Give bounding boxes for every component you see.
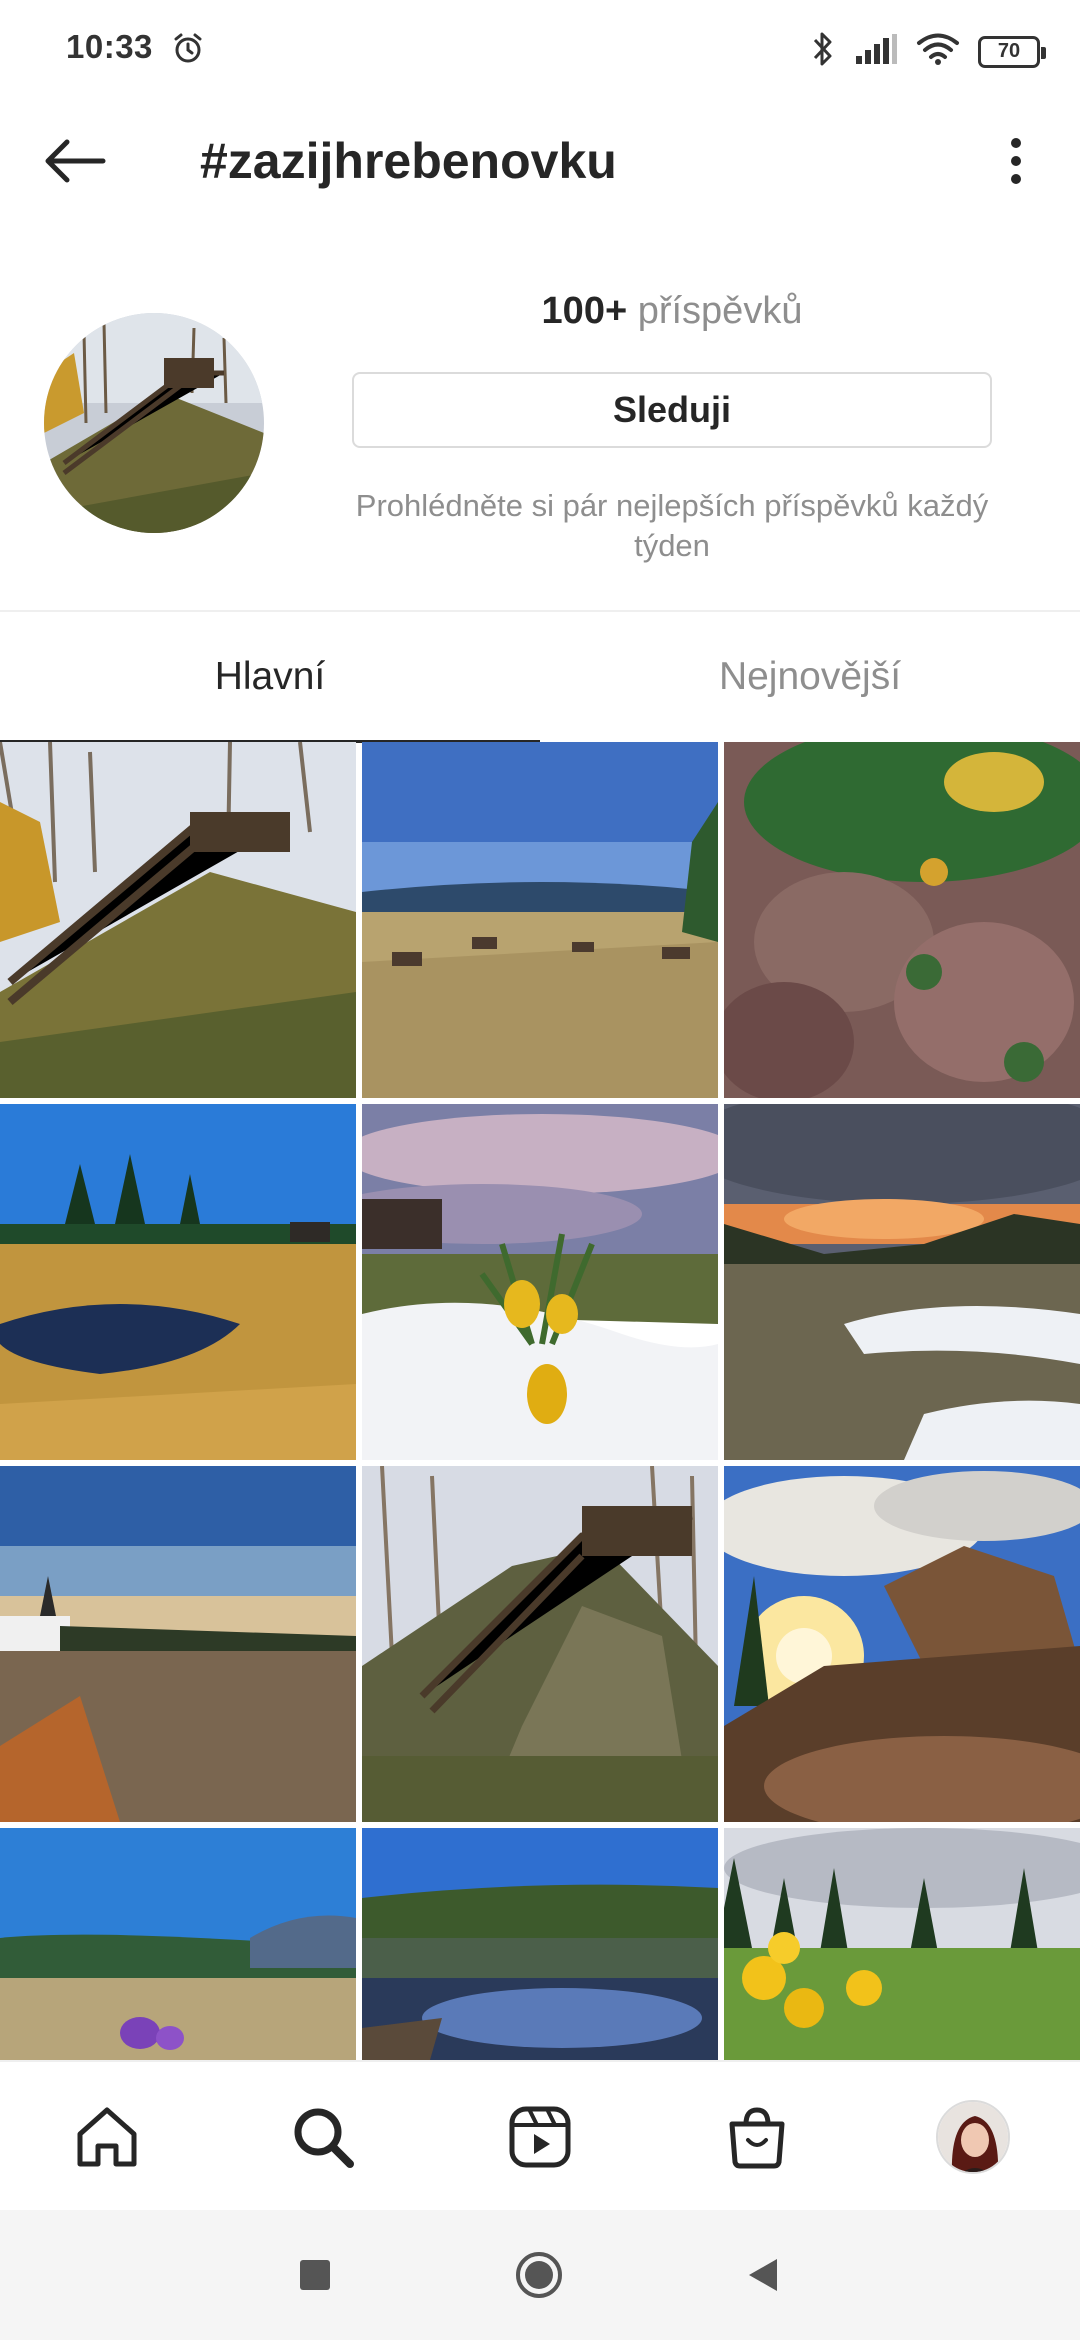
status-bar: 10:33 70 (0, 0, 1080, 100)
back-button[interactable] (40, 130, 110, 192)
status-time: 10:33 (66, 28, 153, 65)
nav-reels-button[interactable] (503, 2100, 577, 2174)
system-navigation (0, 2210, 1080, 2340)
posts-grid (0, 742, 1080, 2060)
post-thumbnail[interactable] (362, 742, 718, 1098)
follow-button[interactable]: Sleduji (352, 372, 992, 448)
post-thumbnail[interactable] (362, 1104, 718, 1460)
hashtag-profile-picture[interactable] (44, 313, 264, 533)
posts-count: 100+ příspěvků (352, 290, 992, 333)
recents-square-icon (300, 2260, 330, 2290)
shop-icon (729, 2107, 785, 2169)
top-posts-helper-text: Prohlédněte si pár nejlepších příspěvků … (355, 488, 989, 563)
tabs-bar: Hlavní Nejnovější (0, 610, 1080, 743)
post-thumbnail[interactable] (0, 1828, 356, 2060)
wifi-icon (916, 32, 960, 71)
system-back-button[interactable] (738, 2250, 788, 2300)
nav-search-button[interactable] (286, 2100, 360, 2174)
post-thumbnail[interactable] (724, 742, 1080, 1098)
post-thumbnail[interactable] (724, 1104, 1080, 1460)
post-thumbnail[interactable] (362, 1828, 718, 2060)
post-thumbnail[interactable] (0, 742, 356, 1098)
arrow-left-icon (45, 139, 106, 183)
posts-count-label: příspěvků (637, 290, 803, 332)
reels-icon (509, 2106, 571, 2168)
tab-top[interactable]: Hlavní (0, 612, 540, 742)
header: #zazijhrebenovku (0, 110, 1080, 215)
system-home-button[interactable] (514, 2250, 564, 2300)
hashtag-title: #zazijhrebenovku (200, 133, 617, 189)
post-thumbnail[interactable] (0, 1104, 356, 1460)
home-icon (77, 2107, 137, 2167)
nav-shop-button[interactable] (720, 2100, 794, 2174)
bluetooth-icon (810, 30, 836, 73)
search-icon (294, 2108, 354, 2168)
recents-button[interactable] (290, 2250, 340, 2300)
alarm-icon (170, 30, 206, 71)
signal-icon (854, 32, 898, 71)
profile-avatar[interactable] (936, 2100, 1010, 2174)
battery-level: 70 (997, 40, 1021, 62)
back-triangle-icon (749, 2259, 777, 2291)
posts-count-value: 100+ (541, 290, 628, 332)
tab-recent[interactable]: Nejnovější (540, 612, 1080, 742)
more-options-button[interactable] (988, 130, 1044, 192)
post-thumbnail[interactable] (362, 1466, 718, 1822)
more-vertical-icon (1011, 138, 1021, 184)
home-circle-icon (516, 2252, 562, 2298)
post-thumbnail[interactable] (724, 1466, 1080, 1822)
nav-home-button[interactable] (70, 2100, 144, 2174)
post-thumbnail[interactable] (724, 1828, 1080, 2060)
post-thumbnail[interactable] (0, 1466, 356, 1822)
battery-icon: 70 (978, 35, 1046, 68)
bottom-navigation (0, 2060, 1080, 2210)
